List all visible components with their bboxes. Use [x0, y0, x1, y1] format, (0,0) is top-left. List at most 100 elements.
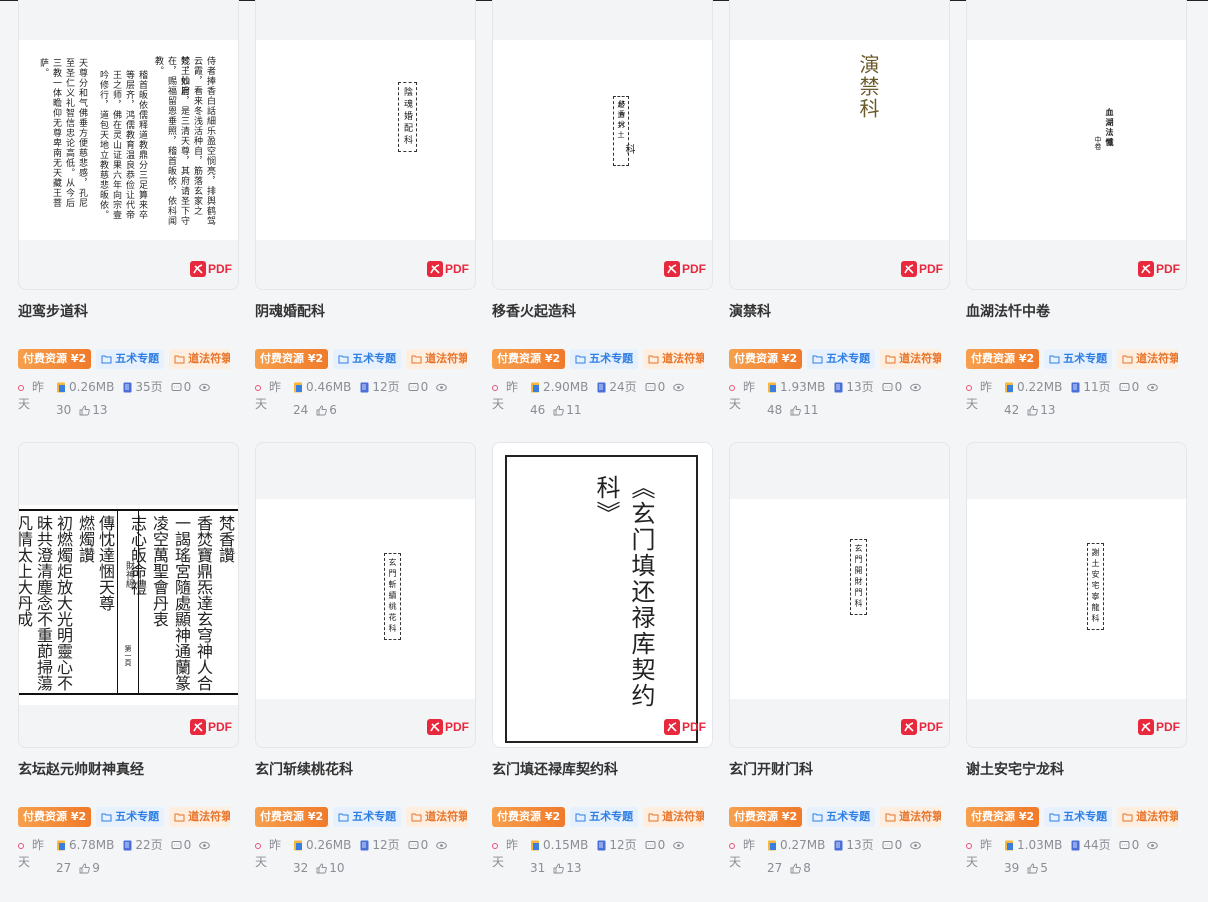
like-count[interactable]: 5 [1027, 860, 1048, 877]
document-thumbnail[interactable]: 謝土安宅寧龍科 PDF [966, 442, 1187, 748]
category-tag[interactable]: 道法符箓 [1117, 807, 1178, 827]
paid-resource-tag[interactable]: 付费资源 ¥2 [729, 807, 803, 827]
document-thumbnail[interactable]: 演禁科 PDF [729, 0, 950, 290]
category-tag[interactable]: 道法符箓 [643, 807, 704, 827]
paid-resource-tag[interactable]: 付费资源 ¥2 [18, 807, 92, 827]
document-thumbnail[interactable]: 《玄门填还禄库契约科》 PDF [492, 442, 713, 748]
topic-tag[interactable]: 五术专题 [333, 349, 402, 369]
document-page-preview: 移香火 起造封土科 [493, 40, 712, 240]
resource-title[interactable]: 玄门开财门科 [729, 760, 950, 780]
resource-card[interactable]: 移香火起造封土科 PDF 移香火起造科 付费资源 ¥2 五术专题 道法符箓 昨 [492, 0, 713, 442]
like-count[interactable]: 13 [79, 402, 108, 419]
like-count[interactable]: 10 [316, 860, 345, 877]
time-dot-icon [492, 379, 506, 396]
topic-tag[interactable]: 五术专题 [570, 807, 639, 827]
resource-title[interactable]: 谢土安宅宁龙科 [966, 760, 1187, 780]
like-count[interactable]: 11 [553, 402, 582, 419]
time-label: 昨 [32, 838, 45, 852]
folder-icon [101, 813, 112, 821]
view-icon-wrap [673, 840, 685, 851]
like-count[interactable]: 6 [316, 402, 337, 419]
eye-icon [436, 383, 448, 392]
like-count[interactable]: 13 [553, 860, 582, 877]
resource-card[interactable]: 《玄门填还禄库契约科》 PDF 玄门填还禄库契约科 付费资源 ¥2 五术专题 道… [492, 442, 713, 882]
comment-count: 0 [882, 837, 902, 854]
tag-list: 付费资源 ¥2 五术专题 道法符箓 [966, 807, 1178, 827]
document-thumbnail[interactable]: 玄門開財門科 PDF [729, 442, 950, 748]
category-tag[interactable]: 道法符箓 [169, 349, 230, 369]
category-tag[interactable]: 道法符箓 [406, 807, 467, 827]
category-tag[interactable]: 道法符箓 [880, 349, 941, 369]
paid-resource-tag[interactable]: 付费资源 ¥2 [18, 349, 92, 369]
like-count[interactable]: 13 [1027, 402, 1056, 419]
paid-resource-tag[interactable]: 付费资源 ¥2 [966, 807, 1040, 827]
document-thumbnail[interactable]: 移香火 起造封土科 PDF [492, 0, 713, 290]
topic-tag[interactable]: 五术专题 [570, 349, 639, 369]
time-label: 昨 [32, 380, 45, 394]
topic-tag[interactable]: 五术专题 [96, 807, 165, 827]
resource-card[interactable]: 玄門斬續桃花科 PDF 玄门斩续桃花科 付费资源 ¥2 五术专题 道法符箓 昨 [255, 442, 476, 882]
topic-tag-label: 五术专题 [115, 352, 160, 365]
paid-resource-tag[interactable]: 付费资源 ¥2 [729, 349, 803, 369]
resource-title[interactable]: 迎鸾步道科 [18, 302, 239, 322]
file-size: 2.90MB [530, 379, 588, 396]
resource-meta: 昨 天 1.93MB 13页 0 48 11 [729, 379, 950, 419]
document-thumbnail[interactable]: 侍者捧香白話細乐盈空悯亮，排舆鹤驾云霞，看来冬浅活种自，筋落玄家之妙，仙府 梵王妙… [18, 0, 239, 290]
document-thumbnail[interactable]: 梵香讚 香焚寶鼎炁達玄穹神人合 一謁瑤宮隨處顯神通蘭篆 凌空萬聖會丹衷 志心皈命禮 傳忱達… [18, 442, 239, 748]
category-tag[interactable]: 道法符箓 [169, 807, 230, 827]
like-count[interactable]: 9 [79, 860, 100, 877]
page-count: 11页 [1070, 379, 1111, 396]
cover-title: 陰魂婚配科 [398, 82, 417, 152]
resource-card[interactable]: 演禁科 PDF 演禁科 付费资源 ¥2 五术专题 道法符箓 昨 天 1.93MB… [729, 0, 950, 442]
topic-tag[interactable]: 五术专题 [96, 349, 165, 369]
paid-resource-tag[interactable]: 付费资源 ¥2 [255, 349, 329, 369]
category-tag[interactable]: 道法符箓 [643, 349, 704, 369]
resource-card[interactable]: 梵香讚 香焚寶鼎炁達玄穹神人合 一謁瑤宮隨處顯神通蘭篆 凌空萬聖會丹衷 志心皈命禮 傳忱達… [18, 442, 239, 882]
pdf-label: PDF [1156, 720, 1180, 734]
category-tag[interactable]: 道法符箓 [1117, 349, 1178, 369]
view-icon-wrap [910, 840, 922, 851]
view-count: 32 [293, 861, 309, 875]
resource-title[interactable]: 玄坛赵元帅财神真经 [18, 760, 239, 780]
resource-title[interactable]: 阴魂婚配科 [255, 302, 476, 322]
topic-tag[interactable]: 五术专题 [807, 349, 876, 369]
page-count: 13页 [833, 379, 874, 396]
like-count[interactable]: 8 [790, 860, 811, 877]
document-thumbnail[interactable]: 血湖法懺 中卷 PDF [966, 0, 1187, 290]
paid-resource-tag[interactable]: 付费资源 ¥2 [966, 349, 1040, 369]
document-thumbnail[interactable]: 陰魂婚配科 PDF [255, 0, 476, 290]
pages-icon [123, 382, 132, 393]
time-dot-icon [966, 837, 980, 854]
resource-card[interactable]: 血湖法懺 中卷 PDF 血湖法忏中卷 付费资源 ¥2 五术专题 道法符箓 昨 天… [966, 0, 1187, 442]
topic-tag[interactable]: 五术专题 [807, 807, 876, 827]
page-count: 44页 [1070, 837, 1111, 854]
file-icon [57, 382, 65, 393]
paid-resource-tag[interactable]: 付费资源 ¥2 [492, 349, 566, 369]
view-count: 48 [767, 403, 783, 417]
resource-card[interactable]: 侍者捧香白話細乐盈空悯亮，排舆鹤驾云霞，看来冬浅活种自，筋落玄家之妙，仙府 梵王妙… [18, 0, 239, 442]
folder-icon [812, 813, 823, 821]
thumbs-up-icon [790, 863, 802, 874]
category-tag[interactable]: 道法符箓 [880, 807, 941, 827]
resource-title[interactable]: 演禁科 [729, 302, 950, 322]
pdf-badge: PDF [190, 261, 232, 277]
eye-icon [673, 383, 685, 392]
document-thumbnail[interactable]: 玄門斬續桃花科 PDF [255, 442, 476, 748]
resource-title[interactable]: 玄门填还禄库契约科 [492, 760, 713, 780]
topic-tag[interactable]: 五术专题 [333, 807, 402, 827]
category-tag[interactable]: 道法符箓 [406, 349, 467, 369]
topic-tag[interactable]: 五术专题 [1044, 349, 1113, 369]
resource-title[interactable]: 移香火起造科 [492, 302, 713, 322]
pdf-icon [427, 261, 443, 277]
resource-card[interactable]: 玄門開財門科 PDF 玄门开财门科 付费资源 ¥2 五术专题 道法符箓 昨 天 … [729, 442, 950, 882]
resource-card[interactable]: 陰魂婚配科 PDF 阴魂婚配科 付费资源 ¥2 五术专题 道法符箓 昨 天 0.… [255, 0, 476, 442]
resource-card[interactable]: 謝土安宅寧龍科 PDF 谢土安宅宁龙科 付费资源 ¥2 五术专题 道法符箓 昨 [966, 442, 1187, 882]
resource-title[interactable]: 玄门斩续桃花科 [255, 760, 476, 780]
view-count: 27 [56, 861, 72, 875]
paid-resource-tag[interactable]: 付费资源 ¥2 [255, 807, 329, 827]
topic-tag[interactable]: 五术专题 [1044, 807, 1113, 827]
paid-resource-tag[interactable]: 付费资源 ¥2 [492, 807, 566, 827]
resource-title[interactable]: 血湖法忏中卷 [966, 302, 1187, 322]
like-count[interactable]: 11 [790, 402, 819, 419]
tag-list: 付费资源 ¥2 五术专题 道法符箓 [492, 349, 704, 369]
